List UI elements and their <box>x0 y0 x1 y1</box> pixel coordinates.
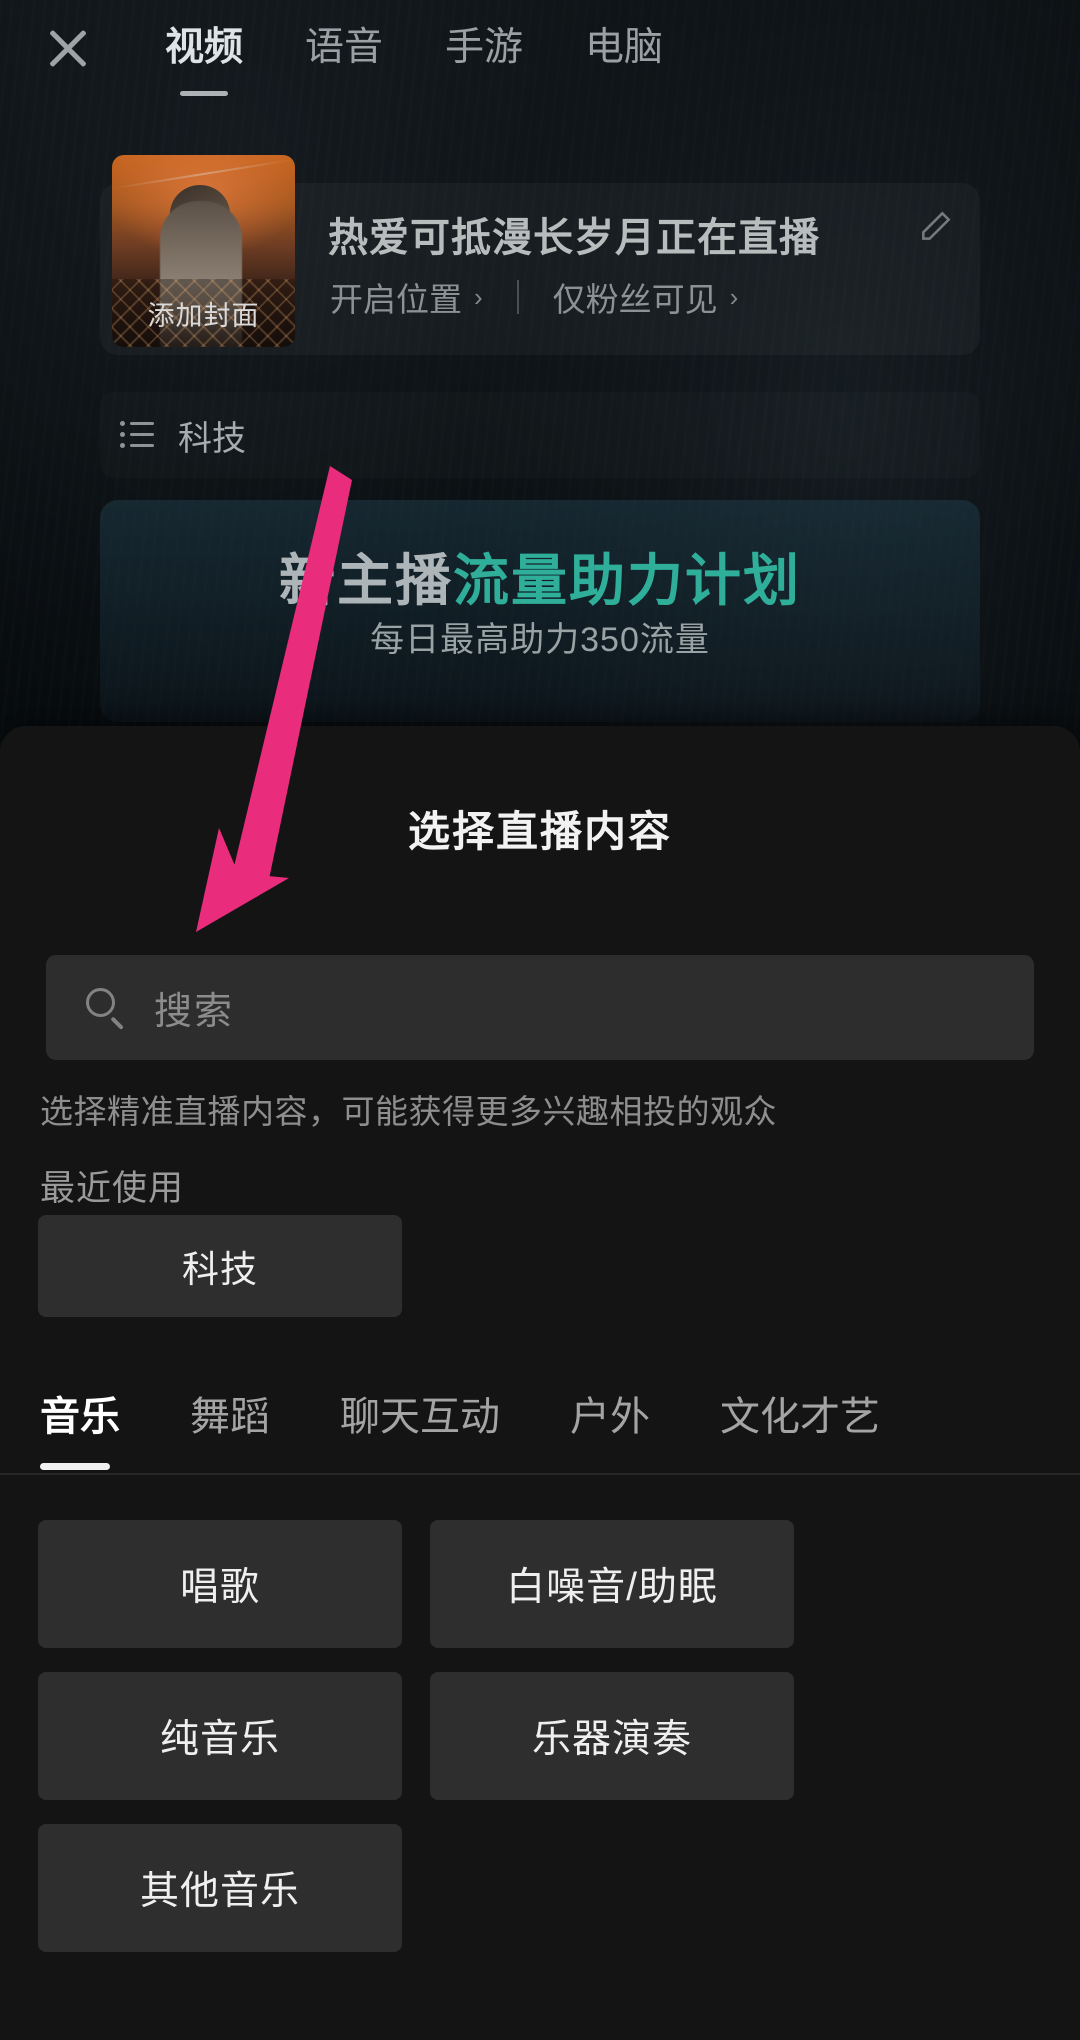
tab-music[interactable]: 音乐 <box>40 1384 120 1470</box>
tab-chat-label: 聊天互动 <box>340 1394 500 1439</box>
tab-mobile-game-label: 手游 <box>445 26 524 69</box>
close-icon[interactable] <box>40 20 96 76</box>
live-room-title[interactable]: 热爱可抵漫长岁月正在直播 <box>328 205 820 263</box>
content-chip-label: 唱歌 <box>179 1566 260 1609</box>
location-setting-label: 开启位置 <box>330 281 462 318</box>
tab-dance[interactable]: 舞蹈 <box>190 1384 270 1442</box>
visibility-setting-label: 仅粉丝可见 <box>552 281 718 318</box>
live-meta-row: 开启位置 › 仅粉丝可见 › <box>330 273 738 321</box>
visibility-setting[interactable]: 仅粉丝可见 › <box>553 273 739 321</box>
tab-video[interactable]: 视频 <box>165 22 244 96</box>
tab-outdoor[interactable]: 户外 <box>570 1384 650 1442</box>
content-chip-label: 白噪音/助眠 <box>506 1566 718 1609</box>
pencil-icon[interactable] <box>917 207 955 245</box>
tab-outdoor-label: 户外 <box>570 1394 650 1439</box>
content-chip-label: 纯音乐 <box>159 1718 280 1761</box>
tab-chat[interactable]: 聊天互动 <box>340 1384 500 1442</box>
promo-title: 新主播流量助力计划 <box>100 536 980 617</box>
screen-root: 视频 语音 手游 电脑 添加封面 热爱可抵漫长岁月正在直播 开启位置 › 仅粉丝… <box>0 0 1080 2040</box>
cover-thumbnail[interactable]: 添加封面 <box>112 155 295 347</box>
content-chip-yueqiyanzou[interactable]: 乐器演奏 <box>430 1672 794 1800</box>
location-setting[interactable]: 开启位置 › <box>330 273 483 321</box>
content-chip-label: 其他音乐 <box>139 1870 300 1913</box>
add-cover-label: 添加封面 <box>147 301 260 331</box>
content-chip-baizaoyin[interactable]: 白噪音/助眠 <box>430 1520 794 1648</box>
content-category-tabs[interactable]: 音乐 舞蹈 聊天互动 户外 文化才艺 <box>0 1355 1080 1470</box>
meta-divider <box>516 280 519 314</box>
tab-pc[interactable]: 电脑 <box>585 22 663 74</box>
search-icon <box>84 986 128 1030</box>
tabs-divider <box>0 1473 1080 1475</box>
content-chip-label: 乐器演奏 <box>531 1718 692 1761</box>
top-navigation-bar: 视频 语音 手游 电脑 <box>0 0 1080 115</box>
tab-voice-label: 语音 <box>305 26 384 69</box>
promo-subtitle: 每日最高助力350流量 <box>370 621 710 659</box>
list-icon <box>120 421 154 449</box>
recent-chip-list: 科技 <box>38 1215 402 1317</box>
chevron-right-icon-2: › <box>729 281 739 312</box>
selected-category-row[interactable]: 科技 <box>100 392 980 478</box>
tab-mobile-game[interactable]: 手游 <box>445 22 523 74</box>
selected-category-label: 科技 <box>178 419 246 458</box>
tab-music-label: 音乐 <box>40 1394 120 1439</box>
recent-chip-label: 科技 <box>182 1249 258 1290</box>
tab-dance-label: 舞蹈 <box>190 1394 270 1439</box>
promo-banner[interactable]: 新主播流量助力计划 每日最高助力350流量 <box>100 500 980 722</box>
tab-music-underline <box>40 1462 110 1470</box>
content-chip-changge[interactable]: 唱歌 <box>38 1520 402 1648</box>
content-chip-grid: 唱歌 白噪音/助眠 纯音乐 乐器演奏 其他音乐 <box>38 1520 1042 1952</box>
live-info-card: 添加封面 热爱可抵漫长岁月正在直播 开启位置 › 仅粉丝可见 › <box>100 155 980 355</box>
content-chip-qitayinyue[interactable]: 其他音乐 <box>38 1824 402 1952</box>
tab-culture-arts-label: 文化才艺 <box>720 1394 880 1439</box>
tab-pc-label: 电脑 <box>585 26 664 69</box>
content-chip-chunyinyue[interactable]: 纯音乐 <box>38 1672 402 1800</box>
mode-tabs: 视频 语音 手游 电脑 <box>165 22 663 96</box>
chevron-right-icon: › <box>474 281 483 312</box>
tab-video-label: 视频 <box>165 26 244 69</box>
promo-title-part2: 流量助力计划 <box>453 549 801 612</box>
tab-voice[interactable]: 语音 <box>305 22 383 74</box>
tab-video-underline <box>180 91 228 96</box>
sheet-hint-text: 选择精准直播内容，可能获得更多兴趣相投的观众 <box>40 1093 777 1130</box>
search-input[interactable]: 搜索 <box>46 955 1034 1060</box>
promo-title-part1: 新主播 <box>279 549 453 612</box>
sheet-title: 选择直播内容 <box>407 808 672 855</box>
tab-culture-arts[interactable]: 文化才艺 <box>720 1384 880 1442</box>
recent-section-label: 最近使用 <box>40 1169 185 1208</box>
search-placeholder: 搜索 <box>154 991 235 1033</box>
recent-chip-keji[interactable]: 科技 <box>38 1215 402 1317</box>
